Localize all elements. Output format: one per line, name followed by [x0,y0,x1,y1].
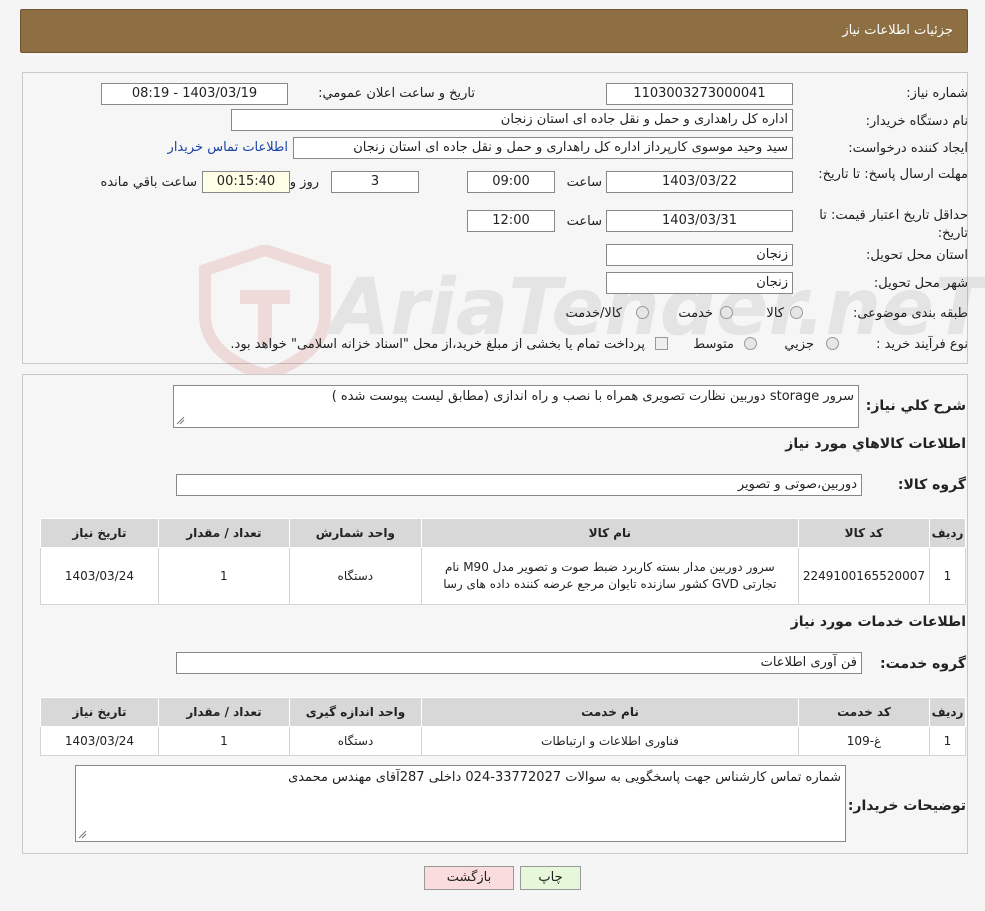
services-row-unit: دستگاه [289,726,422,756]
announce-field: 1403/03/19 - 08:19 [101,83,288,105]
resize-grip-icon [78,830,87,839]
col-qty: تعداد / مقدار [157,518,290,548]
col-date: تاريخ نياز [40,697,159,727]
col-row: رديف [929,697,966,727]
col-row: رديف [929,518,966,548]
category-label: طبقه بندی موضوعی: [852,306,968,321]
category-radio-service[interactable] [720,306,733,319]
goods-row-qty: 1 [157,547,290,605]
need-number-label: شماره نیاز: [906,86,968,101]
reply-time-label: ساعت [566,175,602,190]
services-group-label: گروه خدمت: [880,656,966,672]
need-number-field: 1103003273000041 [606,83,793,105]
validity-label: حداقل تاريخ اعتبار قيمت: تا تاريخ: [819,208,968,241]
category-option-goods: کالا [766,306,784,321]
reply-date-field: 1403/03/22 [606,171,793,193]
process-radio-medium[interactable] [744,337,757,350]
buyer-notes-text: شماره تماس کارشناس جهت پاسخگویی به سوالا… [288,770,841,785]
print-button[interactable]: چاپ [520,866,581,890]
description-field: سرور storage دوربین نظارت تصویری همراه ب… [173,385,859,428]
announce-label: تاریخ و ساعت اعلان عمومي: [318,86,475,101]
process-label: نوع فرآيند خريد : [876,337,968,352]
category-option-service: خدمت [678,306,713,321]
process-note: پرداخت تمام يا بخشی از مبلغ خريد،از محل … [230,337,645,352]
validity-date-field: 1403/03/31 [606,210,793,232]
reply-time-field: 09:00 [467,171,555,193]
remaining-label: ساعت باقي مانده [100,175,197,190]
remaining-time-field: 00:15:40 [202,171,290,193]
buyer-org-field: اداره کل راهداری و حمل و نقل جاده ای است… [231,109,793,131]
services-group-field: فن آوری اطلاعات [176,652,862,674]
process-option-medium: متوسط [693,337,734,352]
city-field: زنجان [606,272,793,294]
page-title: جزئیات اطلاعات نیاز [842,23,953,38]
goods-table-header: رديف کد کالا نام کالا واحد شمارش تعداد /… [40,518,966,548]
province-field: زنجان [606,244,793,266]
goods-group-field: دوربین،صوتی و تصویر [176,474,862,496]
buyer-org-label: نام دستگاه خريدار: [865,114,968,129]
table-row: 1 غ-109 فناوری اطلاعات و ارتباطات دستگاه… [40,726,966,756]
province-label: استان محل تحويل: [866,248,968,263]
col-qty: تعداد / مقدار [158,697,290,727]
services-table-header: رديف کد خدمت نام خدمت واحد اندازه گيری ت… [40,697,966,727]
city-label: شهر محل تحويل: [873,276,968,291]
resize-grip-icon [176,416,185,425]
goods-row-code: 2249100165520007 [797,547,931,605]
treasury-checkbox[interactable] [655,337,668,350]
process-radio-minor[interactable] [826,337,839,350]
goods-table: رديف کد کالا نام کالا واحد شمارش تعداد /… [40,518,966,605]
services-table: رديف کد خدمت نام خدمت واحد اندازه گيری ت… [40,697,966,756]
buyer-notes-field: شماره تماس کارشناس جهت پاسخگویی به سوالا… [75,765,846,842]
creator-label: ايجاد کننده درخواست: [848,141,968,156]
col-code: کد کالا [797,518,931,548]
col-unit: واحد اندازه گيری [289,697,422,727]
goods-row-name: سرور دوربین مدار بسته کاربرد ضبط صوت و ت… [420,547,799,605]
validity-time-field: 12:00 [467,210,555,232]
page-header: جزئیات اطلاعات نیاز [20,9,968,53]
reply-deadline-label: مهلت ارسال پاسخ: تا تاريخ: [818,167,968,182]
buyer-notes-label: توضيحات خريدار: [847,798,966,814]
validity-time-label: ساعت [566,214,602,229]
buyer-contact-link[interactable]: اطلاعات تماس خريدار [168,140,288,155]
services-heading: اطلاعات خدمات مورد نياز [790,614,966,630]
goods-group-label: گروه کالا: [897,477,966,493]
services-row-date: 1403/03/24 [40,726,159,756]
services-row-code: غ-109 [798,726,930,756]
goods-heading: اطلاعات کالاهاي مورد نياز [785,436,966,452]
description-label: شرح کلي نياز: [865,398,966,414]
category-radio-goods[interactable] [790,306,803,319]
services-row-qty: 1 [158,726,290,756]
table-row: 1 2249100165520007 سرور دوربین مدار بسته… [40,547,966,605]
col-date: تاريخ نياز [40,518,159,548]
col-code: کد خدمت [798,697,930,727]
goods-row-unit: دستگاه [288,547,422,605]
goods-row-date: 1403/03/24 [40,547,159,605]
days-label: روز و [289,175,319,190]
category-option-goods-service: کالا/خدمت [565,306,622,321]
process-option-minor: جزيي [784,337,814,352]
goods-row-index: 1 [929,547,966,605]
creator-field: سید وحید موسوی کارپرداز اداره کل راهداری… [293,137,793,159]
col-unit: واحد شمارش [288,518,422,548]
back-button[interactable]: بازگشت [424,866,514,890]
col-name: نام خدمت [421,697,799,727]
services-row-index: 1 [929,726,966,756]
col-name: نام کالا [420,518,799,548]
description-text: سرور storage دوربین نظارت تصویری همراه ب… [331,389,854,404]
services-row-name: فناوری اطلاعات و ارتباطات [421,726,799,756]
days-field: 3 [331,171,419,193]
category-radio-goods-service[interactable] [636,306,649,319]
